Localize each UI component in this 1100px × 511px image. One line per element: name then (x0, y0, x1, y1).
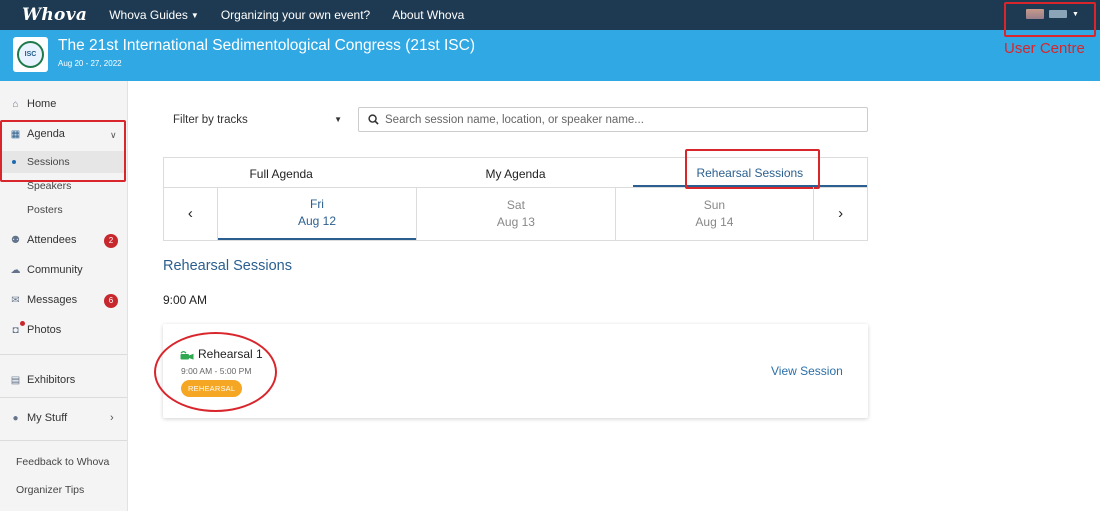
messages-count-badge: 6 (104, 294, 118, 308)
chevron-left-icon: ‹ (187, 205, 193, 222)
section-title: Rehearsal Sessions (163, 258, 292, 274)
day-tab-sun[interactable]: Sun Aug 14 (614, 187, 814, 240)
nav-whova-guides-label: Whova Guides (109, 8, 188, 22)
person-icon: ● (12, 412, 19, 424)
tab-full-agenda[interactable]: Full Agenda (164, 158, 398, 187)
nav-whova-guides[interactable]: Whova Guides ▼ (109, 8, 199, 22)
day-weekday: Sat (506, 198, 525, 212)
photos-notification-dot (20, 321, 25, 326)
sidebar-item-home[interactable]: ⌂ Home (10, 98, 56, 110)
day-tab-sat[interactable]: Sat Aug 13 (416, 187, 615, 240)
view-session-link[interactable]: View Session (771, 364, 843, 378)
event-header: ISC The 21st International Sedimentologi… (0, 30, 1100, 81)
camera-icon: ◘ (12, 324, 19, 336)
tab-my-agenda[interactable]: My Agenda (398, 158, 632, 187)
event-logo-emblem: ISC (17, 41, 44, 68)
building-icon: ▤ (10, 374, 21, 386)
sidebar-item-label: Attendees (27, 234, 77, 246)
day-tab-fri[interactable]: Fri Aug 12 (217, 187, 417, 240)
chat-bubbles-icon: ☁ (10, 264, 21, 276)
organizer-tips-link[interactable]: Organizer Tips (16, 484, 84, 496)
top-navigation-bar: Whova Whova Guides ▼ Organizing your own… (0, 0, 1100, 30)
nav-about-whova-label: About Whova (392, 8, 465, 22)
agenda-sessions-highlight (0, 120, 126, 182)
home-icon: ⌂ (12, 98, 19, 110)
track-filter-dropdown[interactable]: Filter by tracks ▼ (163, 107, 350, 132)
previous-day-button[interactable]: ‹ (164, 187, 218, 240)
sidebar-item-community[interactable]: ☁ Community (10, 264, 83, 276)
user-centre-highlight (1004, 2, 1096, 37)
day-weekday: Fri (309, 197, 324, 211)
event-dates: Aug 20 - 27, 2022 (58, 59, 122, 68)
rehearsal-tab-highlight (685, 149, 820, 189)
whova-logo[interactable]: Whova (22, 5, 87, 25)
nav-about-whova[interactable]: About Whova (392, 8, 464, 22)
sidebar-item-attendees[interactable]: ⚉ Attendees (10, 234, 77, 246)
feedback-link[interactable]: Feedback to Whova (16, 456, 109, 468)
user-centre-annotation-label: User Centre (1004, 40, 1085, 57)
next-day-button[interactable]: › (813, 187, 867, 240)
sidebar-item-label: My Stuff (27, 412, 68, 424)
sidebar-item-messages[interactable]: ✉ Messages (10, 294, 77, 306)
search-input[interactable] (385, 113, 855, 126)
divider (0, 397, 127, 398)
day-date: Aug 13 (496, 215, 535, 229)
sidebar-item-my-stuff[interactable]: ● My Stuff (10, 412, 67, 424)
day-date: Aug 14 (695, 215, 734, 229)
sidebar-item-label: Exhibitors (27, 374, 76, 386)
attendees-count-badge: 2 (104, 234, 118, 248)
session-search-box[interactable] (358, 107, 868, 132)
day-selector: ‹ Fri Aug 12 Sat Aug 13 Sun Aug 14 › (163, 187, 868, 241)
sidebar-item-label: Home (27, 98, 57, 110)
top-nav-links: Whova Guides ▼ Organizing your own event… (109, 8, 486, 22)
time-slot-label: 9:00 AM (163, 293, 208, 307)
divider (0, 354, 127, 355)
day-date: Aug 12 (297, 214, 336, 228)
sidebar-item-label: Photos (27, 324, 62, 336)
event-logo[interactable]: ISC (13, 37, 48, 72)
session-highlight-ellipse (154, 332, 277, 412)
nav-organizing-event-label: Organizing your own event? (220, 8, 371, 22)
search-icon (368, 114, 379, 125)
caret-down-icon: ▼ (190, 10, 199, 20)
sidebar-item-photos[interactable]: ◘ Photos (10, 324, 61, 336)
sidebar-item-label: Community (27, 264, 83, 276)
divider (0, 440, 127, 441)
sidebar-item-posters[interactable]: Posters (27, 204, 63, 216)
caret-down-icon: ▼ (334, 115, 342, 124)
nav-organizing-event[interactable]: Organizing your own event? (221, 8, 370, 22)
people-icon: ⚉ (11, 234, 20, 246)
day-weekday: Sun (703, 198, 726, 212)
chevron-right-icon[interactable]: › (110, 412, 114, 424)
track-filter-label: Filter by tracks (173, 113, 248, 126)
envelope-icon: ✉ (11, 294, 20, 306)
event-title: The 21st International Sedimentological … (58, 37, 475, 54)
sidebar-item-exhibitors[interactable]: ▤ Exhibitors (10, 374, 76, 386)
chevron-right-icon: › (838, 205, 844, 222)
sidebar-item-label: Messages (27, 294, 78, 306)
